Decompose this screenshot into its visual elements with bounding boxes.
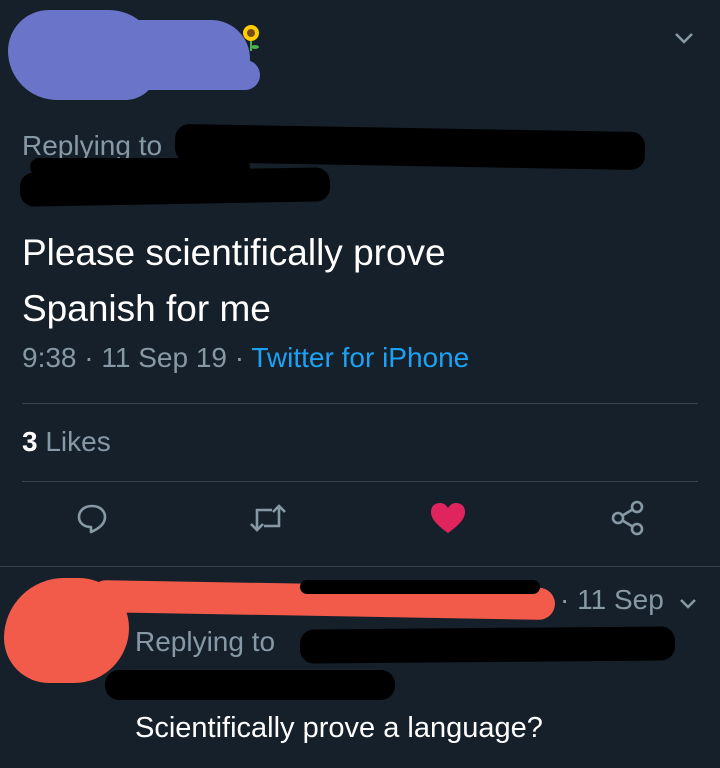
tweet-text-line2: Spanish for me <box>22 288 271 329</box>
tweet-meta: 9:38 · 11 Sep 19 · Twitter for iPhone <box>22 342 469 374</box>
tweet-text: Please scientifically prove Spanish for … <box>22 225 682 337</box>
chevron-down-icon[interactable] <box>676 592 700 616</box>
replying-to-label: Replying to <box>22 130 163 161</box>
reply-name-scribble <box>300 580 540 594</box>
replying-to-label: Replying to <box>135 626 276 657</box>
heart-icon <box>429 501 467 540</box>
meta-separator: · <box>84 342 94 373</box>
reply-replying-to-line: Replying to <box>135 626 275 658</box>
author-header[interactable] <box>0 0 320 115</box>
divider <box>22 481 698 482</box>
share-icon <box>609 499 647 542</box>
tweet-date: 11 Sep 19 <box>101 342 227 373</box>
tweet-time: 9:38 <box>22 342 77 373</box>
reply-button[interactable] <box>62 490 122 550</box>
chevron-down-icon[interactable] <box>672 26 696 50</box>
likes-count[interactable]: 3 Likes <box>22 426 111 458</box>
reply-time: 11 Sep <box>577 584 664 615</box>
likes-label: Likes <box>45 426 111 457</box>
sunflower-icon <box>238 22 264 52</box>
divider <box>0 566 720 567</box>
share-button[interactable] <box>598 490 658 550</box>
reply-icon <box>74 500 110 541</box>
reply-mention-redaction <box>299 626 676 664</box>
tweet-source-link[interactable]: Twitter for iPhone <box>251 342 469 373</box>
mention-redaction-3 <box>30 158 250 176</box>
divider <box>22 403 698 404</box>
handle-redaction <box>60 60 260 90</box>
reply-time-separator: · <box>560 584 570 615</box>
likes-number: 3 <box>22 426 38 457</box>
reply-timestamp: · 11 Sep <box>560 584 664 616</box>
tweet-text-line1: Please scientifically prove <box>22 232 446 273</box>
retweet-icon <box>248 500 288 541</box>
retweet-button[interactable] <box>238 490 298 550</box>
reply-text: Scientifically prove a language? <box>135 712 543 744</box>
reply-mention-redaction-2 <box>105 670 395 700</box>
like-button[interactable] <box>418 490 478 550</box>
meta-separator: · <box>234 342 245 373</box>
